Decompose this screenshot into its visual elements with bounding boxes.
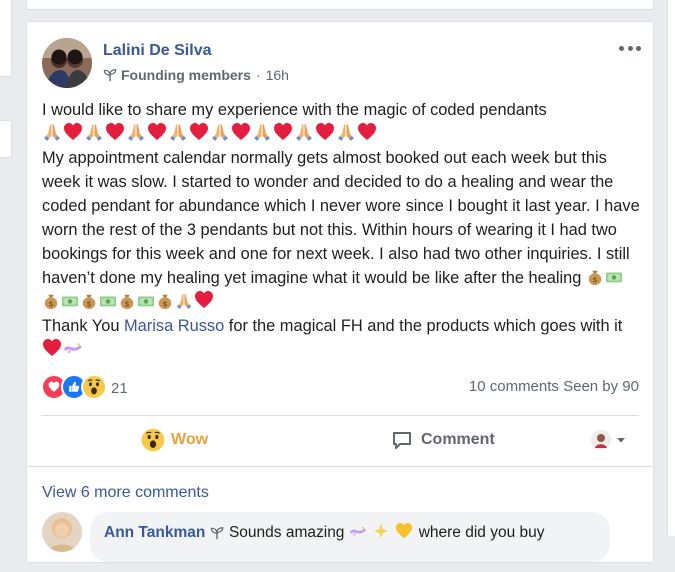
pray-icon (42, 122, 62, 142)
heart-icon (63, 122, 83, 142)
heart-icon (147, 122, 167, 142)
money-bill-icon (137, 292, 155, 310)
divider (41, 415, 639, 416)
stats-right: 10 comments Seen by 90 (469, 378, 639, 395)
post-as-selector[interactable] (591, 420, 627, 460)
post-text: I would like to share my experience with… (42, 98, 642, 362)
heart-icon (231, 122, 251, 142)
sprout-icon (103, 69, 117, 82)
wow-label: Wow (171, 431, 209, 448)
ribbon-icon (349, 522, 367, 540)
pray-icon (336, 122, 356, 142)
sprout-icon (210, 527, 223, 540)
money-bag-icon (118, 292, 136, 310)
commenter-avatar[interactable] (42, 512, 82, 552)
post-thanks: Thank You Marisa Russo for the magical F… (42, 314, 642, 362)
comment-label: Comment (421, 431, 495, 448)
comment-bubble: Ann Tankman Sounds amazing where did you… (90, 512, 610, 562)
money-bag-icon (42, 292, 60, 310)
author-avatar[interactable] (42, 38, 92, 88)
thanks-text-end: for the magical FH and the products whic… (224, 317, 623, 335)
post-body-text: My appointment calendar normally gets al… (42, 149, 640, 287)
comment-button[interactable]: Comment (391, 420, 495, 460)
meta-separator: · (255, 67, 261, 83)
yellow-heart-icon (395, 522, 413, 540)
adjacent-card (0, 0, 12, 77)
mention-link[interactable]: Marisa Russo (124, 317, 224, 335)
wow-reaction-icon (141, 428, 165, 452)
seen-count[interactable]: Seen by 90 (563, 378, 639, 395)
author-name[interactable]: Lalini De Silva (103, 42, 211, 60)
previous-post-card (26, 0, 654, 10)
commenter-name[interactable]: Ann Tankman (104, 524, 205, 541)
pray-icon (126, 122, 146, 142)
adjacent-card (0, 120, 12, 158)
post-card: Lalini De Silva Founding members · 16h I… (26, 21, 654, 563)
pray-icon (175, 292, 193, 310)
comment-text: Sounds amazing (228, 524, 345, 541)
money-bill-icon (605, 268, 623, 286)
pray-icon (84, 122, 104, 142)
reaction-summary[interactable]: 21 (41, 374, 128, 400)
money-bag-icon (586, 268, 604, 286)
pray-icon (294, 122, 314, 142)
chevron-down-icon (617, 438, 625, 443)
comment-icon (393, 432, 411, 449)
action-bar: Wow Comment (41, 420, 639, 460)
wow-reaction-icon (81, 374, 107, 400)
thanks-text: Thank You (42, 317, 125, 335)
comment-count[interactable]: 10 comments (469, 378, 559, 395)
more-icon[interactable] (619, 42, 641, 54)
heart-icon (357, 122, 377, 142)
ribbon-icon (63, 338, 83, 358)
post-stats: 21 10 comments Seen by 90 (41, 374, 639, 400)
pray-icon (252, 122, 272, 142)
right-column (667, 0, 675, 536)
wow-reaction-button[interactable]: Wow (141, 420, 208, 460)
post-body: My appointment calendar normally gets al… (42, 146, 642, 314)
heart-icon (189, 122, 209, 142)
view-more-comments-link[interactable]: View 6 more comments (42, 484, 209, 502)
pray-icon (210, 122, 230, 142)
heart-icon (42, 338, 62, 358)
sparkle-icon (372, 522, 390, 540)
group-name[interactable]: Founding members (121, 67, 251, 83)
money-bag-icon (156, 292, 174, 310)
heart-icon (273, 122, 293, 142)
emoji-row (42, 122, 642, 146)
heart-icon (105, 122, 125, 142)
profile-avatar (591, 430, 611, 450)
money-bill-icon (61, 292, 79, 310)
comment-item: Ann Tankman Sounds amazing where did you… (42, 512, 642, 572)
divider (27, 466, 653, 467)
money-bag-icon (80, 292, 98, 310)
pray-icon (168, 122, 188, 142)
money-bill-icon (99, 292, 117, 310)
reaction-count[interactable]: 21 (111, 380, 128, 397)
post-line-1: I would like to share my experience with… (42, 101, 547, 119)
post-time[interactable]: 16h (266, 67, 289, 83)
post-meta: Founding members · 16h (103, 67, 289, 83)
comment-text-end: where did you buy (418, 524, 545, 541)
heart-icon (315, 122, 335, 142)
heart-icon (194, 290, 214, 310)
